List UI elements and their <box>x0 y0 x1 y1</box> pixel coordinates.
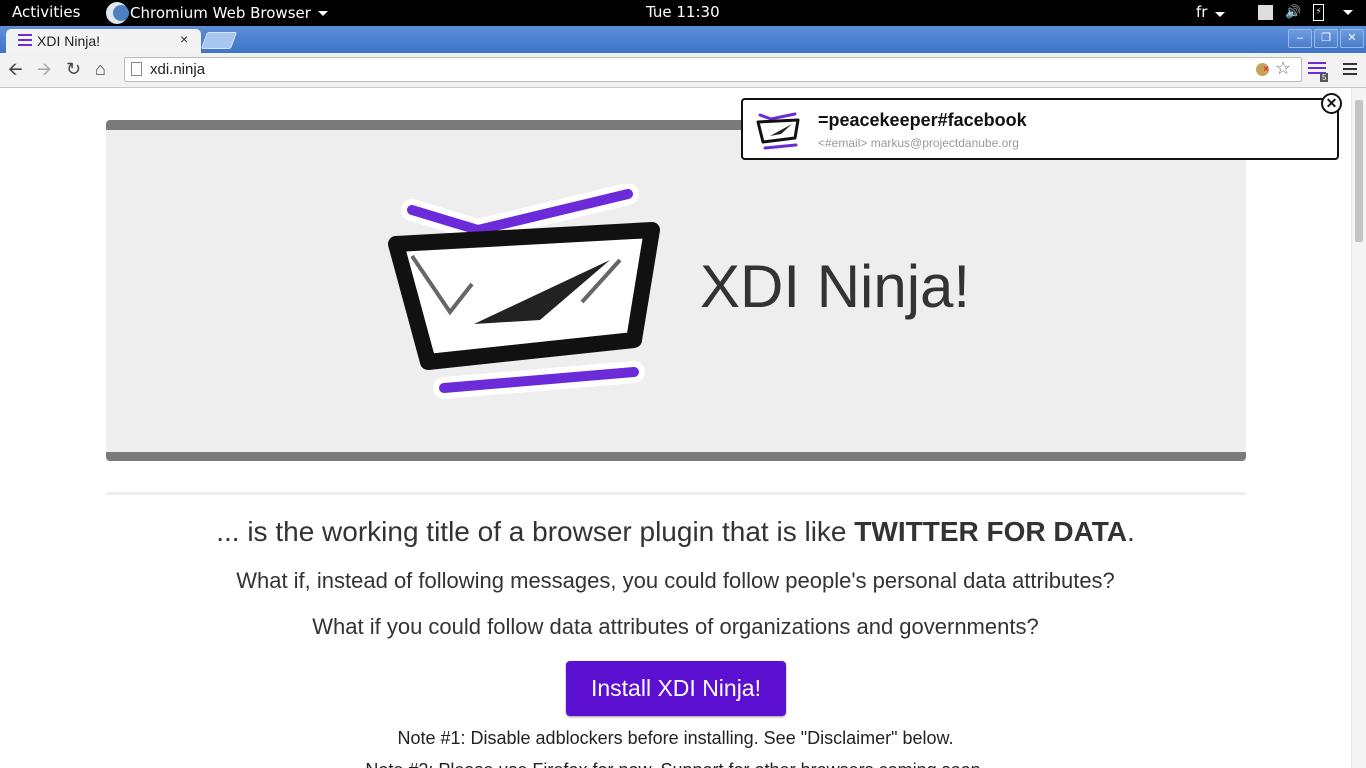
activities-button[interactable]: Activities <box>12 3 80 21</box>
tab-title: XDI Ninja! <box>37 33 101 49</box>
scrollbar-thumb[interactable] <box>1355 100 1363 242</box>
clock[interactable]: Tue 11:30 <box>646 3 720 21</box>
vertical-scrollbar[interactable] <box>1351 88 1366 768</box>
chromium-icon <box>106 2 129 24</box>
forward-arrow-icon[interactable]: 🡪 <box>37 59 52 79</box>
close-popup-icon[interactable]: ✕ <box>1321 93 1342 114</box>
reload-icon[interactable]: ↻ <box>66 59 81 79</box>
hero-banner: XDI Ninja! <box>106 120 1246 461</box>
tab-xdi-ninja[interactable]: XDI Ninja! × <box>6 29 201 53</box>
question-organizations: What if you could follow data attributes… <box>312 614 1039 639</box>
battery-icon: ⚡ <box>1313 4 1325 21</box>
url-text[interactable]: xdi.ninja <box>150 61 205 78</box>
xdi-ninja-logo-small <box>756 112 800 150</box>
divider <box>106 492 1246 495</box>
xdi-ninja-logo <box>388 184 660 399</box>
tagline-emphasis: TWITTER FOR DATA <box>854 516 1127 547</box>
minimize-button[interactable]: – <box>1288 29 1312 48</box>
xdi-ninja-extension-icon[interactable]: 5 <box>1308 62 1329 82</box>
bookmark-star-icon[interactable]: ☆ <box>1275 58 1291 79</box>
extension-badge: 5 <box>1320 73 1329 82</box>
notification-popup[interactable]: =peacekeeper#facebook <#email> markus@pr… <box>741 98 1339 160</box>
system-top-bar: Activities Chromium Web Browser Tue 11:3… <box>0 0 1366 26</box>
blocked-cookies-icon[interactable]: × <box>1256 63 1269 76</box>
question-personal-data: What if, instead of following messages, … <box>236 568 1115 593</box>
new-tab-button[interactable] <box>200 32 238 49</box>
app-name: Chromium Web Browser <box>130 4 311 22</box>
chevron-down-icon <box>317 10 328 16</box>
back-arrow-icon[interactable]: 🡨 <box>8 59 23 79</box>
browser-toolbar: 🡨 🡪 ↻ ⌂ xdi.ninja × ☆ 5 <box>0 53 1366 88</box>
maximize-button[interactable]: ❐ <box>1314 29 1338 48</box>
close-tab-icon[interactable]: × <box>180 31 188 47</box>
hero-title: XDI Ninja! <box>700 253 971 320</box>
tab-strip: XDI Ninja! × – ❐ ✕ <box>0 26 1366 53</box>
close-window-button[interactable]: ✕ <box>1340 29 1364 48</box>
page-viewport: XDI Ninja! ... is the working title of a… <box>0 88 1351 768</box>
tagline: ... is the working title of a browser pl… <box>0 516 1351 548</box>
system-status-area[interactable]: 🔊 ⚡ <box>1258 4 1354 21</box>
home-icon[interactable]: ⌂ <box>95 59 106 79</box>
chrome-menu-icon[interactable] <box>1343 63 1357 78</box>
install-note-2: Note #2: Please use Firefox for now. Sup… <box>0 760 1351 768</box>
address-bar[interactable]: xdi.ninja × ☆ <box>124 57 1302 82</box>
install-note-1: Note #1: Disable adblockers before insta… <box>397 728 954 748</box>
window-indicator-icon <box>1258 5 1273 20</box>
tagline-prefix: ... is the working title of a browser pl… <box>216 516 855 547</box>
chevron-down-icon <box>1215 12 1226 17</box>
language-selector[interactable]: fr <box>1196 3 1226 21</box>
language-label: fr <box>1196 3 1208 21</box>
tagline-suffix: . <box>1126 516 1135 547</box>
volume-icon: 🔊 <box>1285 5 1302 20</box>
page-icon <box>131 62 142 76</box>
app-menu[interactable]: Chromium Web Browser <box>106 0 328 26</box>
popup-subtitle: <#email> markus@projectdanube.org <box>818 136 1019 150</box>
xdi-ninja-favicon-icon <box>18 34 32 48</box>
install-button[interactable]: Install XDI Ninja! <box>566 661 786 716</box>
popup-title: =peacekeeper#facebook <box>818 110 1027 130</box>
chevron-down-icon <box>1343 10 1354 15</box>
